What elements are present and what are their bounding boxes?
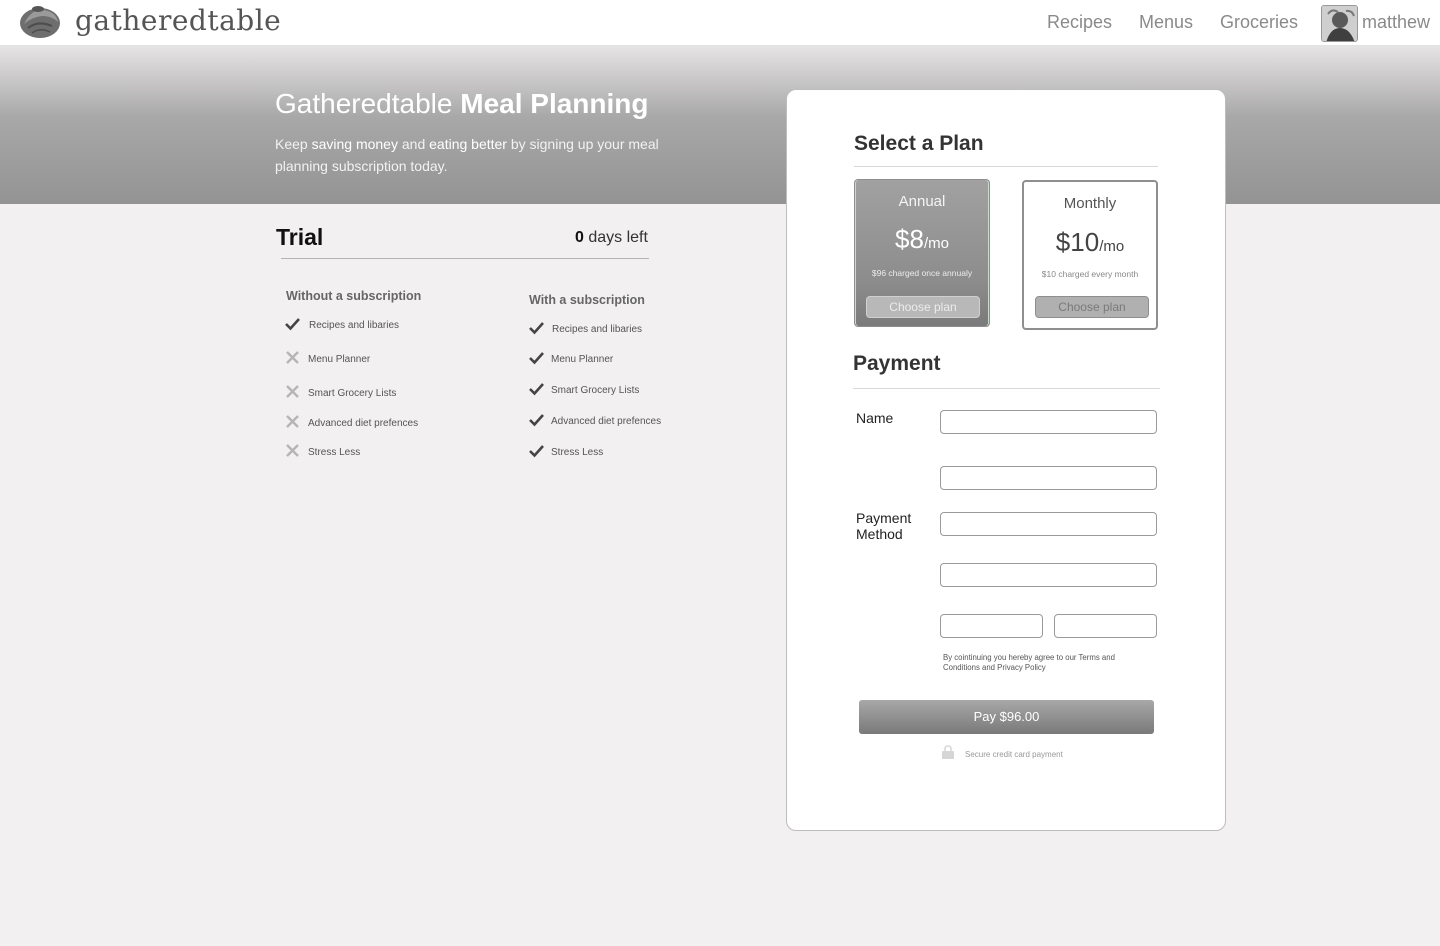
monthly-choose-plan-button[interactable]: Choose plan bbox=[1035, 296, 1149, 318]
brand-logo-text[interactable]: gatheredtable bbox=[75, 4, 281, 37]
annual-plan-card[interactable]: Annual $8/mo $96 charged once annualy Ch… bbox=[854, 179, 990, 327]
check-icon bbox=[529, 445, 544, 458]
monthly-price-amount: $10 bbox=[1055, 227, 1100, 257]
trial-days-left: 0 days left bbox=[575, 229, 648, 247]
check-icon bbox=[529, 322, 544, 335]
payment-method-label: Payment Method bbox=[856, 510, 912, 542]
hero-title-light: Gatheredtable bbox=[275, 88, 461, 119]
monthly-price-period: /mo bbox=[1099, 238, 1125, 255]
card-expiry-input[interactable] bbox=[940, 614, 1043, 638]
check-icon bbox=[529, 414, 544, 427]
check-icon bbox=[529, 383, 544, 396]
nav-recipes-link[interactable]: Recipes bbox=[1047, 12, 1112, 33]
x-icon bbox=[286, 444, 299, 457]
name-label: Name bbox=[856, 410, 894, 426]
monthly-plan-name: Monthly bbox=[1063, 195, 1117, 212]
feature-with-1: Recipes and libaries bbox=[552, 324, 643, 335]
annual-plan-note: $96 charged once annualy bbox=[871, 268, 973, 278]
with-subscription-heading: With a subscription bbox=[529, 293, 645, 307]
nav-menus-link[interactable]: Menus bbox=[1139, 12, 1193, 33]
x-icon bbox=[286, 351, 299, 364]
payment-heading-divider bbox=[853, 388, 1160, 389]
feature-without-3: Smart Grocery Lists bbox=[308, 388, 397, 399]
name-input[interactable] bbox=[940, 410, 1157, 434]
annual-choose-plan-button[interactable]: Choose plan bbox=[866, 296, 980, 318]
days-left-suffix: days left bbox=[583, 229, 648, 246]
hero-title: Gatheredtable Meal Planning bbox=[275, 88, 649, 120]
card-cvc-input[interactable] bbox=[1054, 614, 1157, 638]
hero-title-bold: Meal Planning bbox=[460, 88, 649, 119]
feature-with-3: Smart Grocery Lists bbox=[551, 385, 640, 396]
annual-price-amount: $8 bbox=[895, 224, 924, 254]
feature-without-2: Menu Planner bbox=[308, 354, 371, 365]
terms-text: By cointinuing you hereby agree to our T… bbox=[943, 653, 1115, 672]
annual-plan-price: $8/mo bbox=[855, 224, 989, 255]
avatar-image-icon bbox=[1322, 6, 1357, 41]
feature-without-1: Recipes and libaries bbox=[309, 320, 400, 331]
monthly-plan-card[interactable]: Monthly $10/mo $10 charged every month C… bbox=[1022, 180, 1158, 330]
cabbage-logo-icon[interactable] bbox=[18, 2, 62, 40]
payment-heading: Payment bbox=[853, 352, 941, 375]
top-navigation-bar: gatheredtable Recipes Menus Groceries ma… bbox=[0, 0, 1440, 46]
card-holder-input[interactable] bbox=[940, 563, 1157, 587]
annual-price-period: /mo bbox=[923, 235, 949, 252]
card-number-input[interactable] bbox=[940, 512, 1157, 536]
days-left-count: 0 bbox=[575, 229, 584, 246]
user-avatar[interactable] bbox=[1321, 5, 1358, 42]
username-label[interactable]: matthew bbox=[1362, 12, 1430, 33]
hero-sub-text-1: Keep bbox=[275, 136, 312, 152]
check-icon bbox=[529, 352, 544, 365]
annual-plan-name: Annual bbox=[898, 193, 946, 210]
hero-sub-emphasis-2: eating better bbox=[429, 136, 507, 152]
check-icon bbox=[285, 318, 300, 331]
nav-groceries-link[interactable]: Groceries bbox=[1220, 12, 1298, 33]
trial-divider bbox=[281, 258, 649, 259]
hero-sub-text-2: and bbox=[397, 136, 430, 152]
feature-without-5: Stress Less bbox=[308, 447, 361, 458]
subscription-card: Select a Plan Annual $8/mo $96 charged o… bbox=[786, 89, 1226, 831]
trial-title: Trial bbox=[276, 224, 324, 250]
feature-with-4: Advanced diet prefences bbox=[551, 416, 662, 427]
monthly-plan-price: $10/mo bbox=[1024, 227, 1156, 258]
feature-without-4: Advanced diet prefences bbox=[308, 418, 419, 429]
name-second-input[interactable] bbox=[940, 466, 1157, 490]
select-plan-heading: Select a Plan bbox=[854, 132, 984, 155]
hero-subtitle: Keep saving money and eating better by s… bbox=[275, 133, 665, 177]
pay-button[interactable]: Pay $96.00 bbox=[859, 700, 1154, 734]
feature-with-5: Stress Less bbox=[551, 447, 604, 458]
feature-with-2: Menu Planner bbox=[551, 354, 614, 365]
x-icon bbox=[286, 415, 299, 428]
lock-icon bbox=[942, 745, 954, 759]
hero-sub-emphasis-1: saving money bbox=[311, 136, 398, 152]
plan-heading-divider bbox=[854, 166, 1158, 167]
without-subscription-heading: Without a subscription bbox=[286, 289, 422, 303]
x-icon bbox=[286, 385, 299, 398]
monthly-plan-note: $10 charged every month bbox=[1041, 269, 1139, 279]
secure-payment-text: Secure credit card payment bbox=[965, 750, 1063, 759]
